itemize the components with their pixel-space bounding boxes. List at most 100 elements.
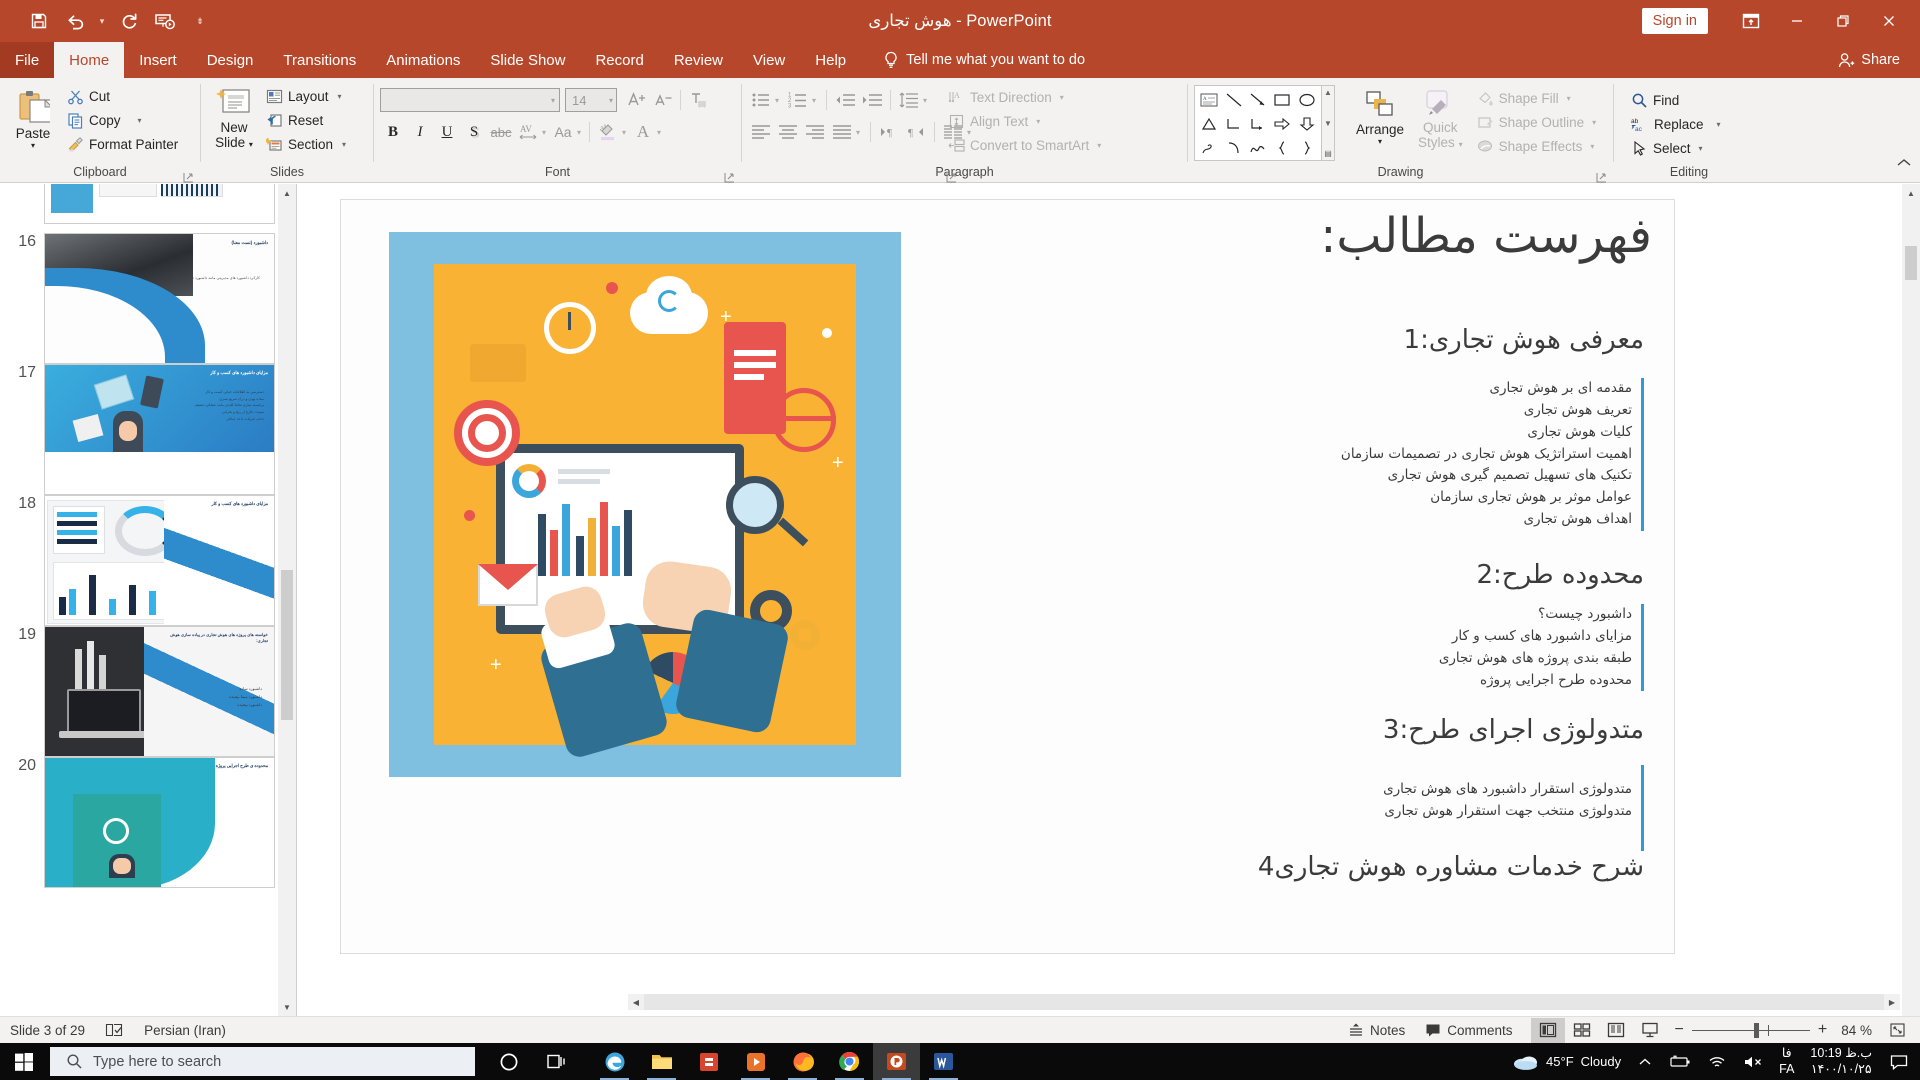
zoom-out-button[interactable]: − — [1675, 1021, 1684, 1039]
spellcheck-status[interactable] — [95, 1017, 134, 1044]
increase-indent-icon[interactable] — [859, 87, 885, 113]
vscroll-thumb[interactable] — [1905, 246, 1917, 280]
thumbnail-pane-scrollbar[interactable]: ▲ ▼ — [278, 184, 296, 1016]
media-player-icon[interactable] — [732, 1043, 779, 1080]
slide-section-heading-3[interactable]: متدولوژی اجرای طرح:3 — [1383, 715, 1644, 745]
increase-font-size-icon[interactable] — [624, 87, 650, 113]
undo-dropdown-icon[interactable]: ▾ — [94, 5, 110, 37]
customize-qat-icon[interactable]: ⇟ — [192, 5, 208, 37]
zoom-control[interactable]: − + 84 % — [1667, 1021, 1880, 1039]
select-dropdown-icon[interactable]: ▾ — [1699, 145, 1703, 153]
reset-button[interactable]: Reset — [263, 109, 352, 132]
save-icon[interactable] — [22, 5, 56, 37]
font-color-dropdown-icon[interactable]: ▾ — [657, 128, 661, 136]
underline-icon[interactable]: U — [434, 119, 460, 145]
decrease-indent-icon[interactable] — [832, 87, 858, 113]
shape-left-brace[interactable] — [1270, 136, 1294, 160]
cortana-icon[interactable] — [485, 1043, 532, 1080]
shape-elbow-connector[interactable] — [1221, 112, 1245, 136]
tab-view[interactable]: View — [738, 42, 800, 78]
font-dialog-launcher-icon[interactable] — [724, 170, 735, 183]
shape-textbox[interactable]: A — [1197, 88, 1221, 112]
tab-slide-show[interactable]: Slide Show — [475, 42, 580, 78]
align-center-icon[interactable] — [775, 119, 801, 145]
thumbnail-item-15[interactable]: 15 — [8, 184, 275, 224]
align-text-dropdown-icon[interactable]: ▾ — [1036, 118, 1040, 126]
paste-button[interactable]: Paste ▾ — [6, 83, 60, 149]
shape-rectangle[interactable] — [1270, 88, 1294, 112]
cut-button[interactable]: Cut — [64, 85, 184, 108]
slide-horizontal-scrollbar[interactable]: ◀ ▶ — [628, 994, 1900, 1010]
vscroll-up-icon[interactable]: ▲ — [1902, 184, 1920, 202]
tab-review[interactable]: Review — [659, 42, 738, 78]
shape-outline-button[interactable]: Shape Outline ▾ — [1474, 111, 1603, 134]
thumbnail-item-17[interactable]: 17 مزایای داشبورد های کسب و کار دسترسی ب… — [8, 364, 275, 495]
task-view-icon[interactable] — [532, 1043, 579, 1080]
layout-dropdown-icon[interactable]: ▾ — [338, 93, 342, 101]
shapes-scroll-up-icon[interactable]: ▲ — [1324, 88, 1332, 97]
format-painter-button[interactable]: Format Painter — [64, 133, 184, 156]
line-spacing-dropdown-icon[interactable]: ▾ — [923, 96, 927, 104]
ltr-text-direction-icon[interactable]: ¶ — [876, 119, 902, 145]
slide-section-list-3[interactable]: متدولوژی استقرار داشبورد های هوش تجاری م… — [1383, 765, 1644, 851]
fit-slide-to-window-button[interactable] — [1880, 1018, 1914, 1043]
align-text-button[interactable]: Align Text ▾ — [945, 110, 1107, 133]
weather-widget[interactable]: 45°F Cloudy — [1505, 1043, 1629, 1080]
new-slide-dropdown-icon[interactable]: ▾ — [249, 140, 253, 149]
show-hidden-icons-button[interactable] — [1629, 1043, 1661, 1080]
collapse-ribbon-icon[interactable] — [1896, 156, 1912, 173]
tab-design[interactable]: Design — [192, 42, 269, 78]
start-presentation-icon[interactable] — [148, 5, 182, 37]
shape-right-arrow[interactable] — [1270, 112, 1294, 136]
italic-icon[interactable]: I — [407, 119, 433, 145]
tab-help[interactable]: Help — [800, 42, 861, 78]
thumbnail-image[interactable]: داشبورد (تست معنا) کارکرد داشبورد های مد… — [44, 233, 275, 364]
tab-home[interactable]: Home — [54, 42, 125, 78]
edge-icon[interactable] — [591, 1043, 638, 1080]
shapes-gallery[interactable]: A — [1194, 85, 1322, 161]
start-button[interactable] — [0, 1043, 48, 1080]
text-direction-button[interactable]: A Text Direction ▾ — [945, 86, 1107, 109]
slide-counter[interactable]: Slide 3 of 29 — [0, 1017, 95, 1044]
bullets-dropdown-icon[interactable]: ▾ — [775, 96, 779, 104]
bold-icon[interactable]: B — [380, 119, 406, 145]
thumbnail-item-19[interactable]: 19 خواسته های پروژه های هوش تجاری در پیا… — [8, 626, 275, 757]
battery-icon[interactable] — [1661, 1043, 1699, 1080]
text-direction-dropdown-icon[interactable]: ▾ — [1060, 94, 1064, 102]
thumbnail-image[interactable]: محدوده ی طرح اجرایی پروژه — [44, 757, 275, 888]
slide-show-view-button[interactable] — [1633, 1018, 1667, 1043]
current-slide[interactable]: + + + فهرست مطالب: معرفی هوش تجاری:1 مقد… — [340, 199, 1675, 954]
volume-muted-icon[interactable] — [1735, 1043, 1773, 1080]
paragraph-dialog-launcher-icon[interactable] — [946, 170, 957, 183]
thumbnail-image[interactable] — [44, 184, 275, 224]
justify-icon[interactable] — [829, 119, 855, 145]
thumbnail-image[interactable]: مزایای داشبورد های کسب و کار دسترسی به ا… — [44, 364, 275, 495]
section-dropdown-icon[interactable]: ▾ — [342, 141, 346, 149]
reading-view-button[interactable] — [1599, 1018, 1633, 1043]
minimize-button[interactable] — [1774, 0, 1820, 42]
tab-record[interactable]: Record — [580, 42, 658, 78]
slide-illustration[interactable]: + + + — [389, 232, 901, 777]
slide-section-heading-1[interactable]: معرفی هوش تجاری:1 — [1404, 325, 1644, 355]
replace-dropdown-icon[interactable]: ▾ — [1717, 121, 1721, 129]
highlight-dropdown-icon[interactable]: ▾ — [622, 128, 626, 136]
shape-oval[interactable] — [1295, 88, 1319, 112]
numbering-dropdown-icon[interactable]: ▾ — [812, 96, 816, 104]
slide-vertical-scrollbar[interactable]: ▲ — [1902, 184, 1920, 1016]
font-size-dropdown-icon[interactable]: ▾ — [609, 96, 613, 104]
clear-formatting-icon[interactable] — [685, 87, 711, 113]
thumbnail-item-16[interactable]: 16 داشبورد (تست معنا) کارکرد داشبورد های… — [8, 233, 275, 364]
shape-curve[interactable] — [1221, 136, 1245, 160]
firefox-icon[interactable] — [779, 1043, 826, 1080]
drawing-dialog-launcher-icon[interactable] — [1596, 170, 1607, 183]
quick-styles-button[interactable]: Quick Styles ▾ — [1411, 85, 1470, 150]
shapes-scroll-down-icon[interactable]: ▼ — [1324, 119, 1332, 128]
powerpoint-icon[interactable] — [873, 1043, 920, 1080]
shape-line[interactable] — [1221, 88, 1245, 112]
tab-transitions[interactable]: Transitions — [268, 42, 371, 78]
hscroll-left-icon[interactable]: ◀ — [628, 994, 644, 1010]
shape-elbow-arrow[interactable] — [1246, 112, 1270, 136]
share-button[interactable]: Share — [1838, 42, 1920, 78]
language-indicator[interactable]: فا FA — [1773, 1046, 1800, 1078]
character-spacing-dropdown-icon[interactable]: ▾ — [542, 128, 546, 136]
